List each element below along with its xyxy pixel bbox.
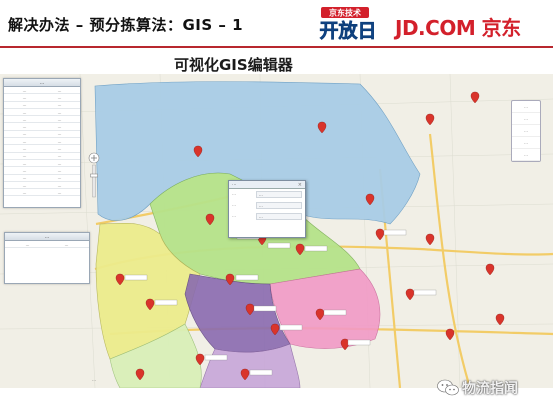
- list-cell: …: [22, 160, 27, 166]
- list-item[interactable]: ……: [4, 145, 80, 153]
- list-cell: …: [57, 146, 62, 152]
- open-day-logo: 京东技术 开放日: [319, 7, 377, 42]
- list-cell: …: [22, 102, 27, 108]
- open-logo-main: 开放日: [319, 19, 376, 42]
- map-toolbar[interactable]: … … … … …: [511, 100, 541, 162]
- list-cell: …: [57, 109, 62, 115]
- list-cell: …: [57, 87, 62, 93]
- list-cell: …: [22, 175, 27, 181]
- list-cell: …: [22, 153, 27, 159]
- list-cell: …: [22, 146, 27, 152]
- toolbar-item[interactable]: …: [512, 125, 540, 137]
- list-item[interactable]: ……: [4, 167, 80, 175]
- list-cell: …: [22, 109, 27, 115]
- list-item[interactable]: ……: [4, 189, 80, 197]
- list-cell: …: [57, 175, 62, 181]
- list-cell: …: [57, 138, 62, 144]
- toolbar-item[interactable]: …: [512, 137, 540, 149]
- site-list-rows[interactable]: ………………………………………………………………………………: [4, 87, 80, 197]
- zone-list-rows[interactable]: ……: [5, 241, 89, 249]
- info-value-field[interactable]: …: [256, 191, 302, 198]
- list-item[interactable]: ……: [4, 123, 80, 131]
- list-cell: …: [57, 131, 62, 137]
- site-list-header: …: [4, 79, 80, 87]
- list-item[interactable]: ……: [4, 175, 80, 182]
- list-cell: …: [22, 167, 27, 173]
- list-cell: …: [22, 87, 27, 93]
- jd-logo: JD.COM 京东: [395, 16, 521, 40]
- zone-list-header: …: [5, 233, 89, 241]
- watermark-text: 物流指闻: [462, 381, 518, 397]
- list-item[interactable]: ……: [4, 116, 80, 124]
- list-cell: …: [57, 94, 62, 100]
- list-item[interactable]: ……: [4, 102, 80, 109]
- list-cell: …: [57, 167, 62, 173]
- slide: 解决办法 – 预分拣算法：GIS – 1 京东技术 开放日 JD.COM 京东 …: [0, 0, 553, 415]
- list-item[interactable]: ……: [4, 138, 80, 146]
- open-logo-top: 京东技术: [329, 8, 361, 18]
- zone-list-panel[interactable]: … ……: [4, 232, 90, 284]
- header-divider: [0, 46, 553, 48]
- info-value-field[interactable]: …: [256, 213, 302, 220]
- list-cell: …: [57, 153, 62, 159]
- info-popup-title: …: [232, 182, 237, 187]
- list-cell: …: [22, 138, 27, 144]
- zoom-control[interactable]: [88, 152, 100, 202]
- list-cell: …: [57, 124, 62, 130]
- info-row: … …: [229, 189, 305, 200]
- close-icon[interactable]: ×: [298, 181, 302, 189]
- list-cell: …: [64, 241, 69, 247]
- list-item[interactable]: ……: [4, 109, 80, 117]
- list-item[interactable]: ……: [4, 131, 80, 139]
- info-row: … …: [229, 200, 305, 211]
- list-cell: …: [57, 182, 62, 188]
- list-item[interactable]: ……: [5, 241, 89, 249]
- list-cell: …: [22, 94, 27, 100]
- list-cell: …: [22, 124, 27, 130]
- info-key: …: [232, 213, 236, 218]
- list-cell: …: [22, 182, 27, 188]
- toolbar-item[interactable]: …: [512, 113, 540, 125]
- list-item[interactable]: ……: [4, 182, 80, 190]
- list-cell: …: [22, 189, 27, 195]
- site-list-panel[interactable]: … ………………………………………………………………………………: [3, 78, 81, 208]
- info-popup-header: … ×: [229, 181, 305, 189]
- list-cell: …: [22, 116, 27, 122]
- list-cell: …: [57, 189, 62, 195]
- site-info-popup[interactable]: … × … … … … … …: [228, 180, 306, 238]
- list-cell: …: [57, 116, 62, 122]
- toolbar-item[interactable]: …: [512, 149, 540, 161]
- list-cell: …: [57, 160, 62, 166]
- wechat-icon: [437, 379, 459, 396]
- toolbar-item[interactable]: …: [512, 101, 540, 113]
- list-item[interactable]: ……: [4, 160, 80, 168]
- watermark: 物流指闻: [437, 374, 518, 402]
- slide-title: 解决办法 – 预分拣算法：GIS – 1: [8, 16, 244, 34]
- map-copyright: …: [92, 377, 96, 382]
- info-row: … …: [229, 211, 305, 222]
- list-cell: …: [22, 131, 27, 137]
- list-cell: …: [57, 102, 62, 108]
- list-item[interactable]: ……: [4, 94, 80, 102]
- list-cell: …: [25, 241, 30, 247]
- editor-title: 可视化GIS编辑器: [174, 56, 293, 74]
- info-key: …: [232, 191, 236, 196]
- info-key: …: [232, 202, 236, 207]
- info-value-field[interactable]: …: [256, 202, 302, 209]
- list-item[interactable]: ……: [4, 87, 80, 95]
- list-item[interactable]: ……: [4, 153, 80, 160]
